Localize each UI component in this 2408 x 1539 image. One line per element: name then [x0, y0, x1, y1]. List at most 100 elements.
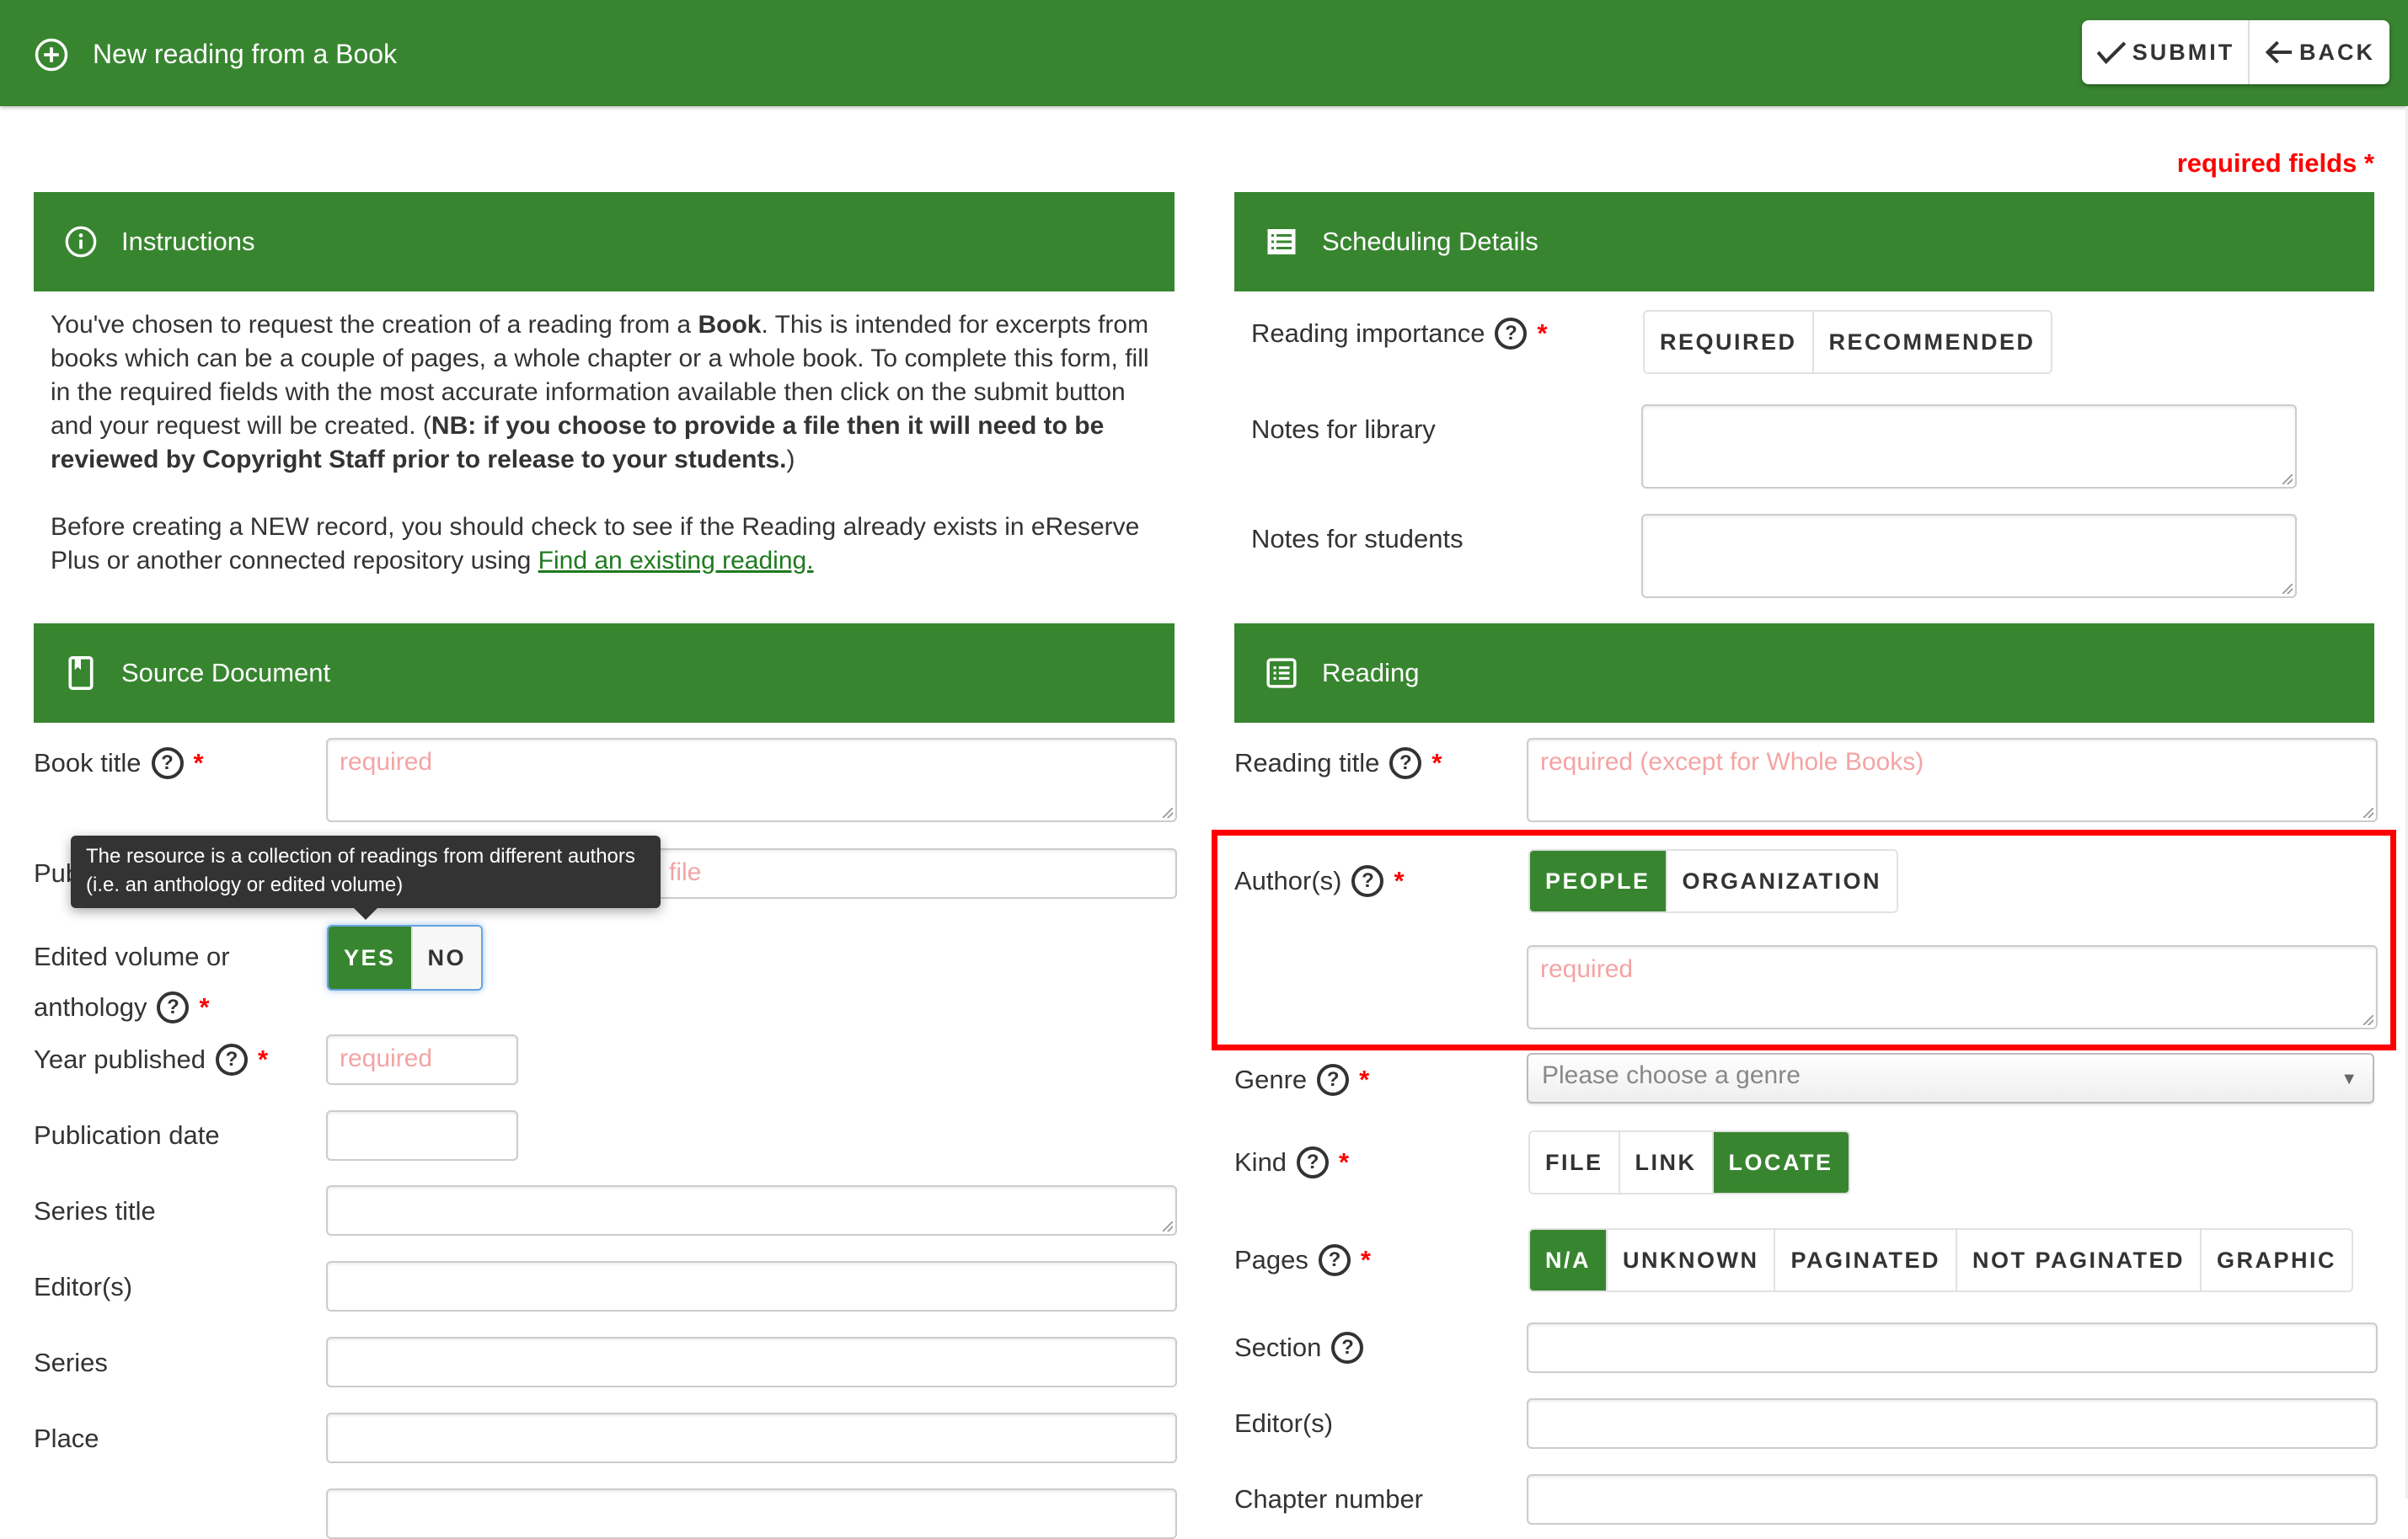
help-icon[interactable]: ? — [1389, 747, 1422, 779]
notes-students-textarea[interactable] — [1641, 514, 2297, 598]
help-icon[interactable]: ? — [1495, 318, 1528, 350]
series-input[interactable] — [326, 1337, 1177, 1387]
book-title-label: Book title ? * — [34, 746, 204, 780]
help-icon[interactable]: ? — [215, 1044, 248, 1076]
instructions-paragraph-2: Before creating a NEW record, you should… — [51, 510, 1163, 578]
source-document-header: Source Document — [34, 623, 1175, 723]
required-star: * — [257, 1045, 269, 1074]
pages-option-na[interactable]: N/A — [1530, 1230, 1608, 1291]
instructions-body: You've chosen to request the creation of… — [51, 308, 1163, 612]
tooltip: The resource is a collection of readings… — [71, 836, 661, 920]
text: You've chosen to request the creation of… — [51, 311, 698, 339]
check-icon — [2096, 41, 2127, 65]
placeholder: required — [340, 1045, 433, 1072]
required-star: * — [1359, 1065, 1370, 1094]
authors-textarea[interactable]: required — [1527, 945, 2378, 1029]
required-star: * — [199, 992, 210, 1022]
label-text: Kind — [1234, 1147, 1287, 1177]
editors-input[interactable] — [326, 1261, 1177, 1312]
publication-date-label: Publication date — [34, 1120, 220, 1150]
placeholder: file — [669, 858, 702, 886]
list-icon — [1265, 225, 1298, 259]
next-input[interactable] — [326, 1488, 1177, 1539]
genre-select[interactable]: Please choose a genre ▼ — [1527, 1053, 2374, 1103]
book-title-textarea[interactable]: required — [326, 738, 1177, 822]
reading-title-label: Reading title ? * — [1234, 746, 1442, 780]
help-icon[interactable]: ? — [1317, 1064, 1350, 1096]
required-star: * — [1360, 1245, 1371, 1274]
pages-option-not-paginated[interactable]: NOT PAGINATED — [1957, 1230, 2202, 1291]
label-text: Genre — [1234, 1065, 1308, 1094]
publication-date-input[interactable] — [326, 1110, 518, 1161]
author-type-people[interactable]: PEOPLE — [1530, 851, 1667, 911]
pages-option-paginated[interactable]: PAGINATED — [1775, 1230, 1957, 1291]
required-fields-note: required fields * — [2176, 148, 2374, 178]
chapter-number-input[interactable] — [1527, 1474, 2378, 1525]
reading-title: Reading — [1322, 658, 1420, 687]
reading-header: Reading — [1234, 623, 2374, 723]
importance-option-required[interactable]: REQUIRED — [1645, 312, 1814, 372]
back-label: BACK — [2299, 39, 2375, 65]
edited-option-no[interactable]: NO — [412, 927, 482, 989]
placeholder: required (except for Whole Books) — [1540, 748, 1924, 776]
required-star: * — [1339, 1147, 1350, 1177]
submit-label: SUBMIT — [2132, 39, 2235, 65]
label-text: Reading importance — [1251, 318, 1485, 348]
back-button[interactable]: BACK — [2250, 20, 2389, 84]
bookmark-book-icon — [64, 656, 98, 690]
series-title-textarea[interactable] — [326, 1185, 1177, 1236]
required-star: * — [1394, 866, 1405, 895]
required-star: * — [193, 748, 204, 778]
source-document-title: Source Document — [121, 658, 331, 687]
instructions-title: Instructions — [121, 227, 255, 256]
section-label: Section ? — [1234, 1331, 1364, 1365]
edited-option-yes[interactable]: YES — [329, 927, 413, 989]
top-bar: New reading from a Book SUBMIT BACK — [0, 0, 2408, 106]
author-type-organization[interactable]: ORGANIZATION — [1667, 851, 1897, 911]
reading-editors-label: Editor(s) — [1234, 1408, 1334, 1438]
label-text: Year published — [34, 1045, 206, 1074]
year-published-input[interactable]: required — [326, 1034, 518, 1085]
section-input[interactable] — [1527, 1323, 2378, 1373]
list-alt-icon — [1265, 656, 1298, 690]
importance-option-recommended[interactable]: RECOMMENDED — [1814, 312, 2051, 372]
help-icon[interactable]: ? — [1297, 1146, 1330, 1178]
notes-library-textarea[interactable] — [1641, 404, 2297, 489]
place-input[interactable] — [326, 1413, 1177, 1463]
pages-label: Pages ? * — [1234, 1243, 1371, 1277]
instructions-paragraph-1: You've chosen to request the creation of… — [51, 308, 1163, 477]
text: ) — [786, 446, 795, 473]
scheduling-header: Scheduling Details — [1234, 192, 2374, 291]
pages-option-graphic[interactable]: GRAPHIC — [2202, 1230, 2352, 1291]
label-text: Author(s) — [1234, 866, 1342, 895]
genre-label: Genre ? * — [1234, 1063, 1369, 1097]
scheduling-title: Scheduling Details — [1322, 227, 1538, 256]
reading-title-textarea[interactable]: required (except for Whole Books) — [1527, 738, 2378, 822]
required-star: * — [1537, 318, 1548, 348]
year-published-label: Year published ? * — [34, 1043, 268, 1077]
placeholder: required — [1540, 955, 1634, 983]
find-existing-reading-link[interactable]: Find an existing reading. — [538, 547, 814, 574]
submit-button[interactable]: SUBMIT — [2082, 20, 2250, 84]
reading-editors-input[interactable] — [1527, 1398, 2378, 1449]
label-text: Reading title — [1234, 748, 1380, 778]
notes-students-label: Notes for students — [1251, 524, 1464, 553]
help-icon[interactable]: ? — [1318, 1244, 1351, 1276]
label-text: Pages — [1234, 1245, 1308, 1274]
kind-label: Kind ? * — [1234, 1146, 1349, 1179]
help-icon[interactable]: ? — [157, 991, 190, 1023]
authors-label: Author(s) ? * — [1234, 864, 1405, 898]
label-line-2: anthology? * — [34, 982, 210, 1033]
kind-option-file[interactable]: FILE — [1530, 1132, 1620, 1193]
kind-option-link[interactable]: LINK — [1620, 1132, 1714, 1193]
help-icon[interactable]: ? — [151, 747, 184, 779]
plus-circle-icon — [35, 38, 68, 72]
kind-option-locate[interactable]: LOCATE — [1713, 1132, 1849, 1193]
info-circle-icon — [64, 225, 98, 259]
required-star: * — [1431, 748, 1442, 778]
pages-option-unknown[interactable]: UNKNOWN — [1608, 1230, 1776, 1291]
help-icon[interactable]: ? — [1331, 1332, 1364, 1364]
series-label: Series — [34, 1348, 108, 1377]
help-icon[interactable]: ? — [1351, 865, 1384, 897]
label-text: Edited volume or — [34, 942, 230, 971]
